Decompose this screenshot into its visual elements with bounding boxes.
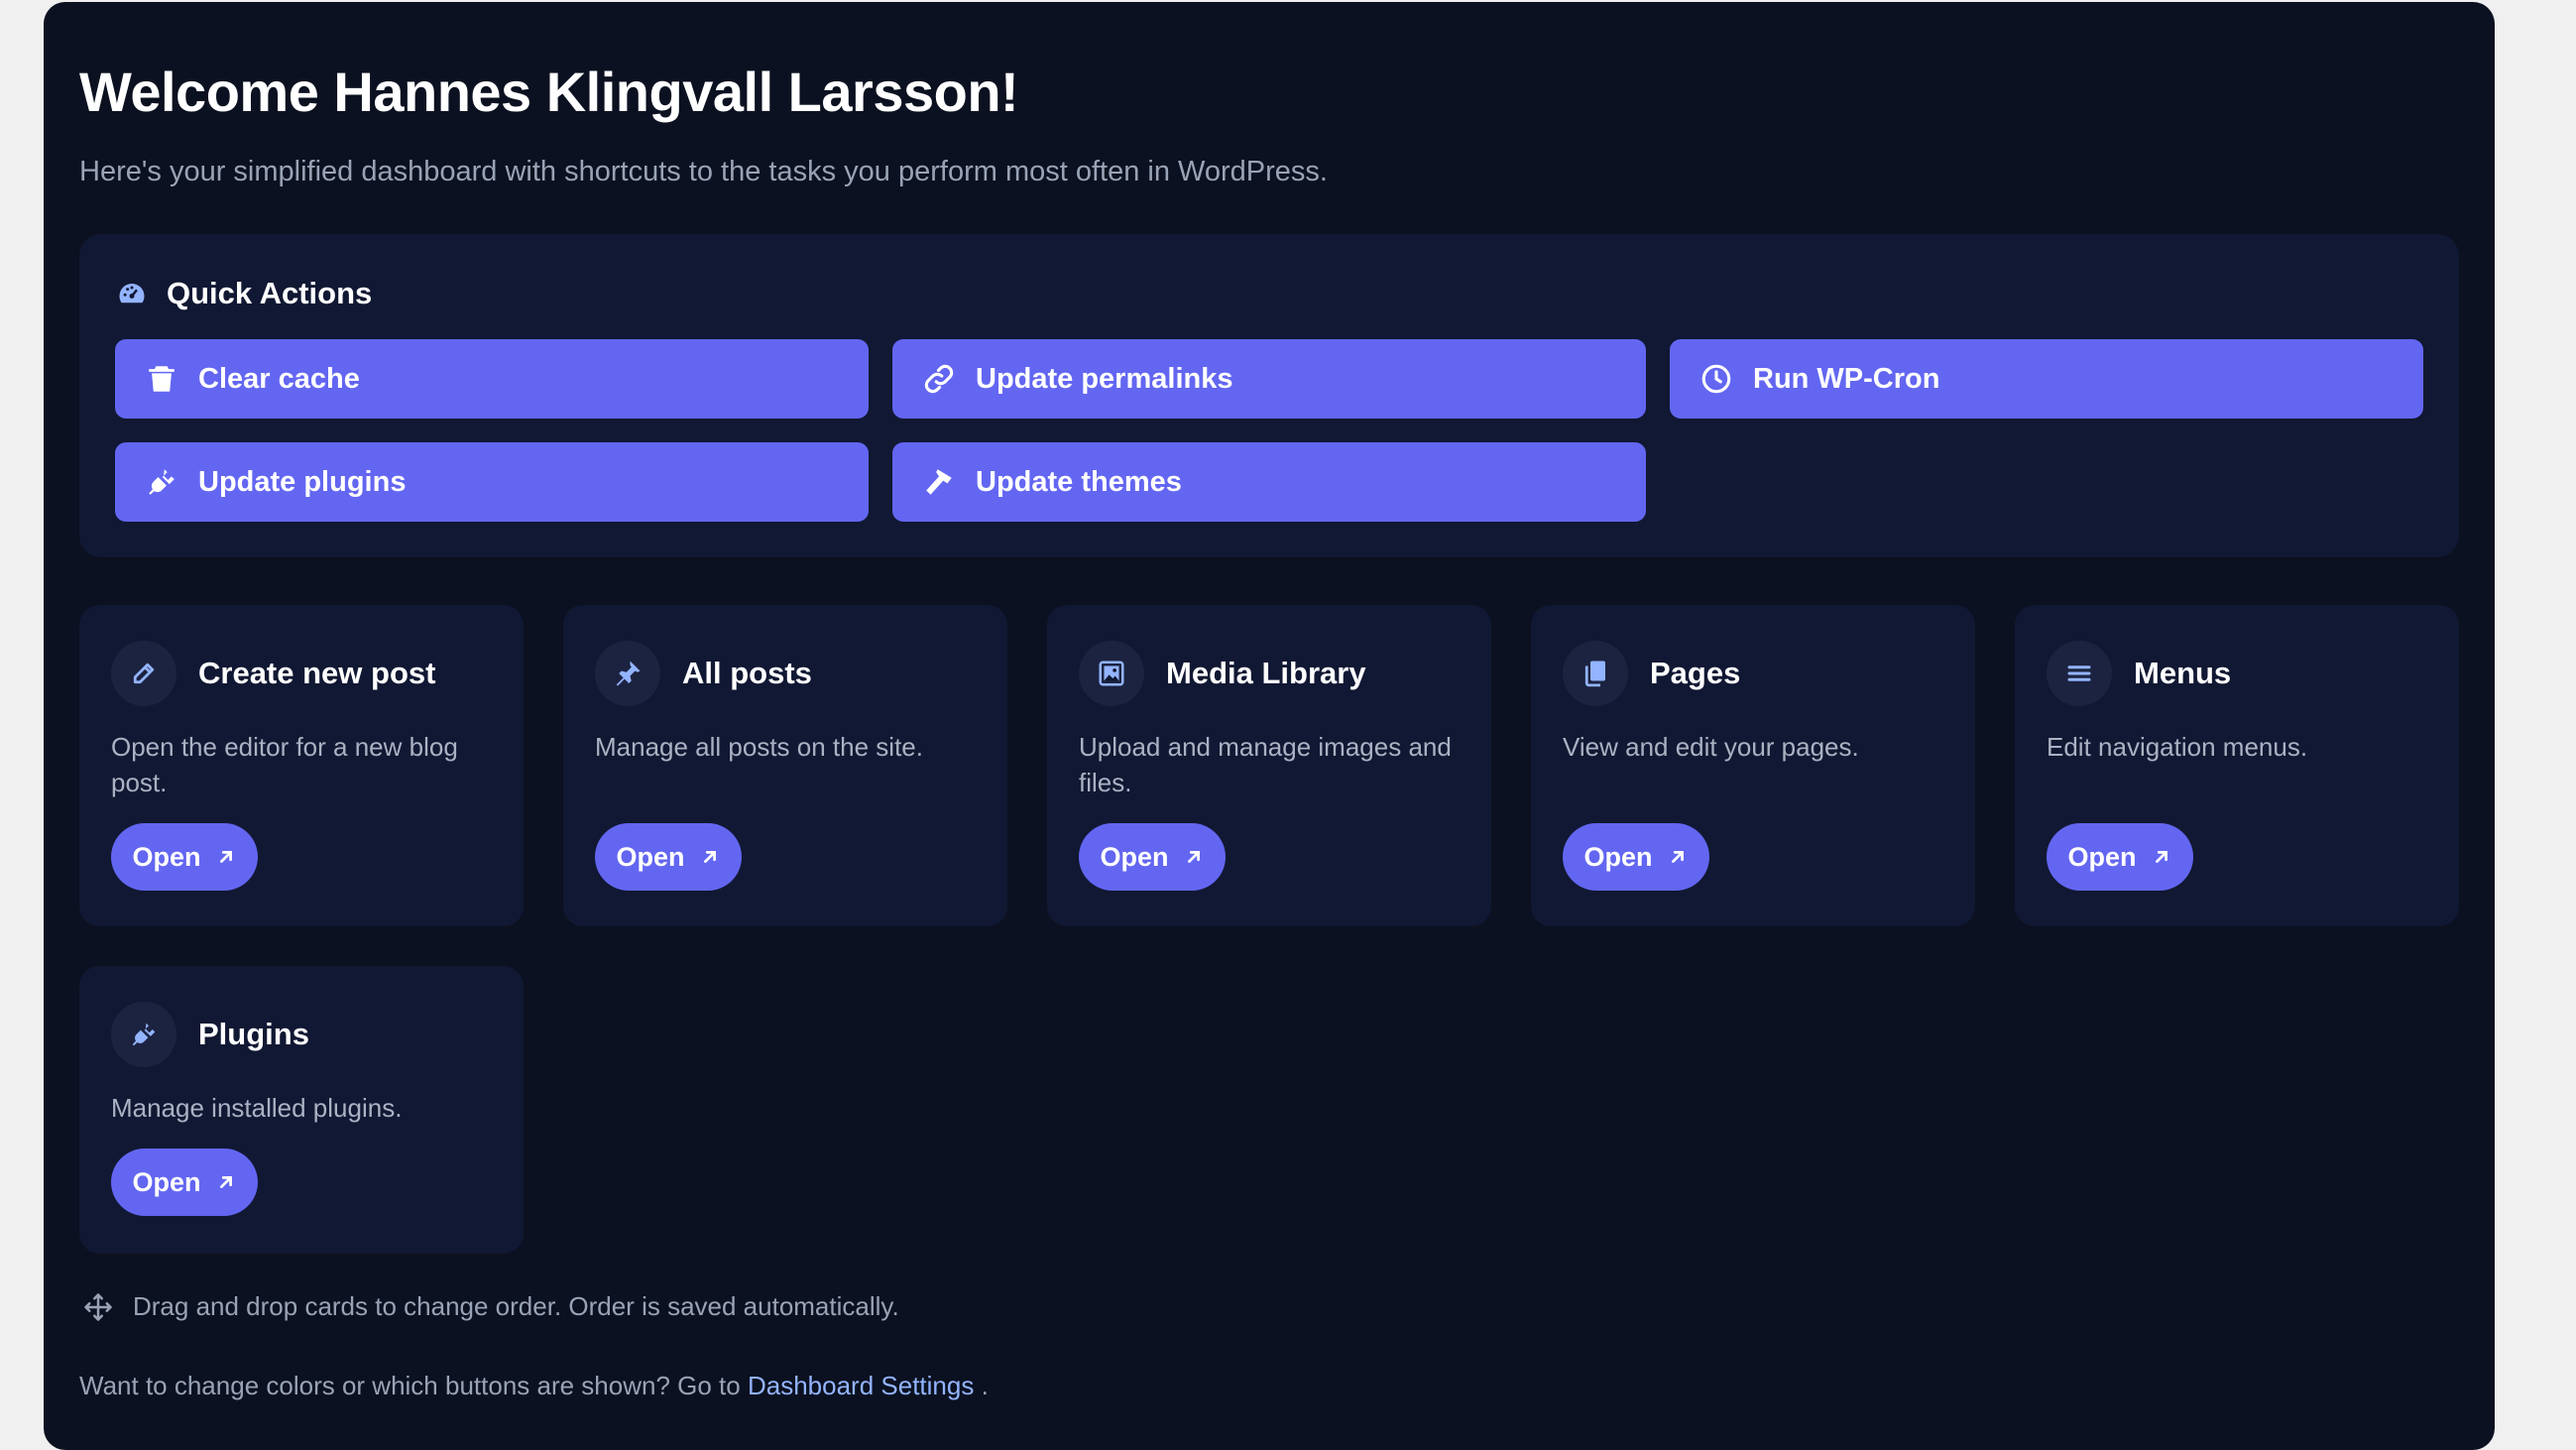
open-button[interactable]: Open — [1563, 823, 1709, 891]
card-header: Menus — [2047, 641, 2231, 706]
quick-actions-title: Quick Actions — [167, 276, 373, 310]
footer-suffix: . — [981, 1371, 989, 1400]
card-pages[interactable]: Pages View and edit your pages. Open — [1531, 605, 1975, 926]
card-menus[interactable]: Menus Edit navigation menus. Open — [2015, 605, 2459, 926]
open-button[interactable]: Open — [1079, 823, 1226, 891]
menu-icon — [2047, 641, 2112, 706]
card-header: Create new post — [111, 641, 435, 706]
arrow-up-right-icon — [215, 1171, 237, 1193]
plug-icon — [145, 465, 178, 499]
open-label: Open — [1583, 841, 1653, 872]
card-description: Manage installed plugins. — [111, 1093, 403, 1123]
update-themes-label: Update themes — [976, 465, 1182, 498]
dashboard-panel: Welcome Hannes Klingvall Larsson! Here's… — [44, 2, 2495, 1450]
card-title: Pages — [1650, 656, 1741, 690]
update-permalinks-button[interactable]: Update permalinks — [892, 339, 1646, 419]
arrow-up-right-icon — [215, 846, 237, 868]
open-label: Open — [616, 841, 685, 872]
update-permalinks-label: Update permalinks — [976, 362, 1233, 395]
footer-prefix: Want to change colors or which buttons a… — [79, 1371, 741, 1400]
clear-cache-label: Clear cache — [198, 362, 360, 395]
image-icon — [1079, 641, 1144, 706]
trash-icon — [145, 362, 178, 396]
update-plugins-label: Update plugins — [198, 465, 407, 498]
card-header: Media Library — [1079, 641, 1366, 706]
card-header: Pages — [1563, 641, 1740, 706]
card-title: Create new post — [198, 656, 436, 690]
pencil-icon — [111, 641, 176, 706]
card-all-posts[interactable]: All posts Manage all posts on the site. … — [563, 605, 1007, 926]
card-title: Menus — [2134, 656, 2232, 690]
run-wp-cron-label: Run WP-Cron — [1753, 362, 1940, 395]
pages-icon — [1563, 641, 1628, 706]
card-description: Edit navigation menus. — [2047, 732, 2308, 762]
link-icon — [922, 362, 956, 396]
card-header: Plugins — [111, 1002, 309, 1067]
card-description: Open the editor for a new blog post. — [111, 732, 458, 797]
open-button[interactable]: Open — [2047, 823, 2193, 891]
plug-icon — [111, 1002, 176, 1067]
card-title: Media Library — [1166, 656, 1366, 690]
dashboard-settings-link[interactable]: Dashboard Settings — [748, 1371, 974, 1400]
open-label: Open — [2067, 841, 2137, 872]
page-subtitle: Here's your simplified dashboard with sh… — [79, 156, 1328, 187]
arrow-up-right-icon — [1667, 846, 1689, 868]
card-description: View and edit your pages. — [1563, 732, 1859, 762]
open-button[interactable]: Open — [111, 1148, 258, 1216]
quick-actions-section: Quick Actions Clear cache Update permali… — [79, 234, 2459, 557]
update-themes-button[interactable]: Update themes — [892, 442, 1646, 522]
drag-hint: Drag and drop cards to change order. Ord… — [83, 1291, 899, 1322]
card-title: All posts — [682, 656, 812, 690]
quick-actions-header: Quick Actions — [117, 274, 372, 313]
card-header: All posts — [595, 641, 812, 706]
card-plugins[interactable]: Plugins Manage installed plugins. Open — [79, 966, 524, 1254]
card-media-library[interactable]: Media Library Upload and manage images a… — [1047, 605, 1491, 926]
card-create-new-post[interactable]: Create new post Open the editor for a ne… — [79, 605, 524, 926]
move-icon — [83, 1292, 113, 1322]
page-title: Welcome Hannes Klingvall Larsson! — [79, 60, 1019, 123]
hammer-icon — [922, 465, 956, 499]
gauge-icon — [117, 279, 147, 308]
clock-icon — [1699, 362, 1733, 396]
pin-icon — [595, 641, 660, 706]
drag-hint-text: Drag and drop cards to change order. Ord… — [133, 1291, 899, 1321]
run-wp-cron-button[interactable]: Run WP-Cron — [1670, 339, 2423, 419]
open-button[interactable]: Open — [111, 823, 258, 891]
clear-cache-button[interactable]: Clear cache — [115, 339, 869, 419]
open-label: Open — [132, 841, 201, 872]
open-label: Open — [1100, 841, 1169, 872]
open-label: Open — [132, 1166, 201, 1197]
update-plugins-button[interactable]: Update plugins — [115, 442, 869, 522]
arrow-up-right-icon — [1183, 846, 1205, 868]
arrow-up-right-icon — [699, 846, 721, 868]
card-title: Plugins — [198, 1017, 309, 1051]
settings-footer: Want to change colors or which buttons a… — [79, 1371, 989, 1401]
open-button[interactable]: Open — [595, 823, 742, 891]
card-description: Upload and manage images and files. — [1079, 732, 1452, 797]
card-description: Manage all posts on the site. — [595, 732, 923, 762]
arrow-up-right-icon — [2151, 846, 2172, 868]
